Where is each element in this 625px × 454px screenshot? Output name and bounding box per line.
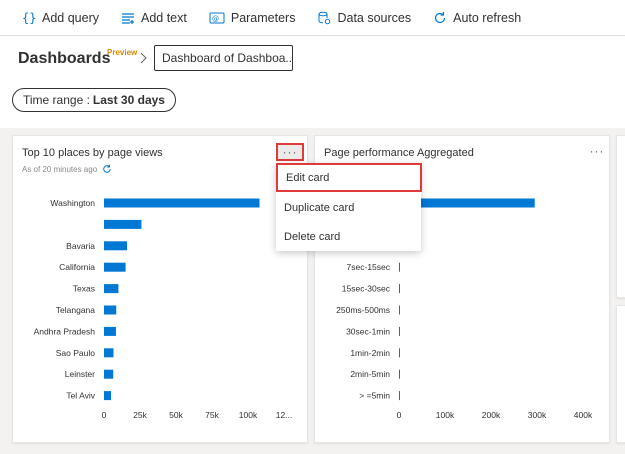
bar: [104, 241, 128, 251]
parameters-button[interactable]: @ Parameters: [209, 10, 296, 25]
y-tick-label: > =5min: [359, 391, 390, 401]
y-tick-label: 7sec-15sec: [347, 262, 391, 272]
bar: [399, 284, 400, 294]
add-query-label: Add query: [42, 10, 99, 25]
x-tick-label: 400k: [574, 410, 593, 420]
y-tick-label: 250ms-500ms: [336, 305, 390, 315]
add-text-label: Add text: [140, 10, 187, 25]
bar: [399, 391, 400, 401]
parameters-icon: @: [209, 12, 225, 23]
preview-badge: Preview: [107, 48, 138, 57]
bar: [104, 198, 260, 208]
delete-card-menu-item[interactable]: Delete card: [276, 222, 421, 251]
y-tick-label: California: [59, 262, 95, 272]
bar: [399, 326, 400, 336]
bar: [104, 391, 112, 401]
command-bar: {} Add query Add text @ Parameters Data …: [0, 0, 625, 36]
database-icon: [318, 11, 331, 24]
parameters-label: Parameters: [230, 10, 296, 25]
add-query-button[interactable]: {} Add query: [22, 11, 99, 25]
data-sources-label: Data sources: [337, 10, 412, 25]
y-tick-label: Washington: [50, 198, 95, 208]
card-partial: [616, 135, 625, 298]
x-tick-label: 200k: [482, 410, 501, 420]
y-tick-label: Telangana: [56, 305, 96, 315]
auto-refresh-button[interactable]: Auto refresh: [433, 11, 521, 25]
bar: [104, 326, 116, 336]
y-tick-label: 1min-2min: [350, 348, 390, 358]
bar-chart-places: Washington Bavaria California Texas Telangan…: [34, 198, 293, 420]
card-top-places: Top 10 places by page views As of 20 min…: [12, 135, 308, 443]
breadcrumb[interactable]: Dashboard of Dashboa...: [154, 45, 293, 71]
chevron-right-icon: [140, 52, 147, 64]
bar: [104, 305, 117, 315]
add-text-button[interactable]: Add text: [121, 11, 187, 25]
bar: [399, 348, 400, 358]
x-tick-label: 0: [397, 410, 402, 420]
bar: [104, 219, 142, 229]
time-range-picker[interactable]: Time range : Last 30 days: [12, 88, 176, 112]
card-context-menu: Edit card Duplicate card Delete card: [276, 163, 422, 251]
refresh-icon: [435, 11, 446, 23]
svg-text:@: @: [212, 15, 219, 23]
bar: [399, 369, 400, 379]
y-tick-label: Tel Aviv: [66, 391, 95, 401]
bar: [399, 305, 400, 315]
bar: [104, 284, 119, 294]
card-partial: [616, 305, 625, 443]
x-tick-label: 100k: [239, 410, 258, 420]
y-tick-label: 15sec-30sec: [342, 284, 391, 294]
bar: [399, 262, 400, 272]
x-tick-label: 25k: [133, 410, 147, 420]
edit-card-menu-item[interactable]: Edit card: [276, 163, 422, 192]
page-header: Dashboards Preview Dashboard of Dashboa.…: [0, 36, 625, 128]
x-tick-label: 100k: [436, 410, 455, 420]
x-tick-label: 0: [102, 410, 107, 420]
data-sources-button[interactable]: Data sources: [317, 11, 411, 25]
braces-icon: {}: [22, 11, 36, 25]
x-tick-label: 300k: [528, 410, 547, 420]
bar: [104, 348, 114, 358]
y-tick-label: Leinster: [65, 369, 95, 379]
y-tick-label: Andhra Pradesh: [34, 326, 96, 336]
y-tick-label: 30sec-1min: [346, 326, 390, 336]
y-tick-label: Bavaria: [66, 241, 95, 251]
x-tick-label: 75k: [205, 410, 219, 420]
svg-text:{}: {}: [22, 11, 36, 25]
x-tick-label: 50k: [169, 410, 183, 420]
x-tick-label: 12...: [276, 410, 293, 420]
auto-refresh-label: Auto refresh: [453, 10, 522, 25]
time-range-label: Time range :: [23, 93, 90, 107]
y-tick-label: Sao Paulo: [56, 348, 95, 358]
page-title: Dashboards: [18, 50, 111, 67]
duplicate-card-menu-item[interactable]: Duplicate card: [276, 193, 421, 222]
bar: [104, 262, 126, 272]
text-lines-icon: [121, 12, 134, 24]
y-tick-label: 2min-5min: [350, 369, 390, 379]
y-tick-label: Texas: [73, 284, 95, 294]
bar: [104, 369, 114, 379]
time-range-value: Last 30 days: [92, 93, 165, 107]
